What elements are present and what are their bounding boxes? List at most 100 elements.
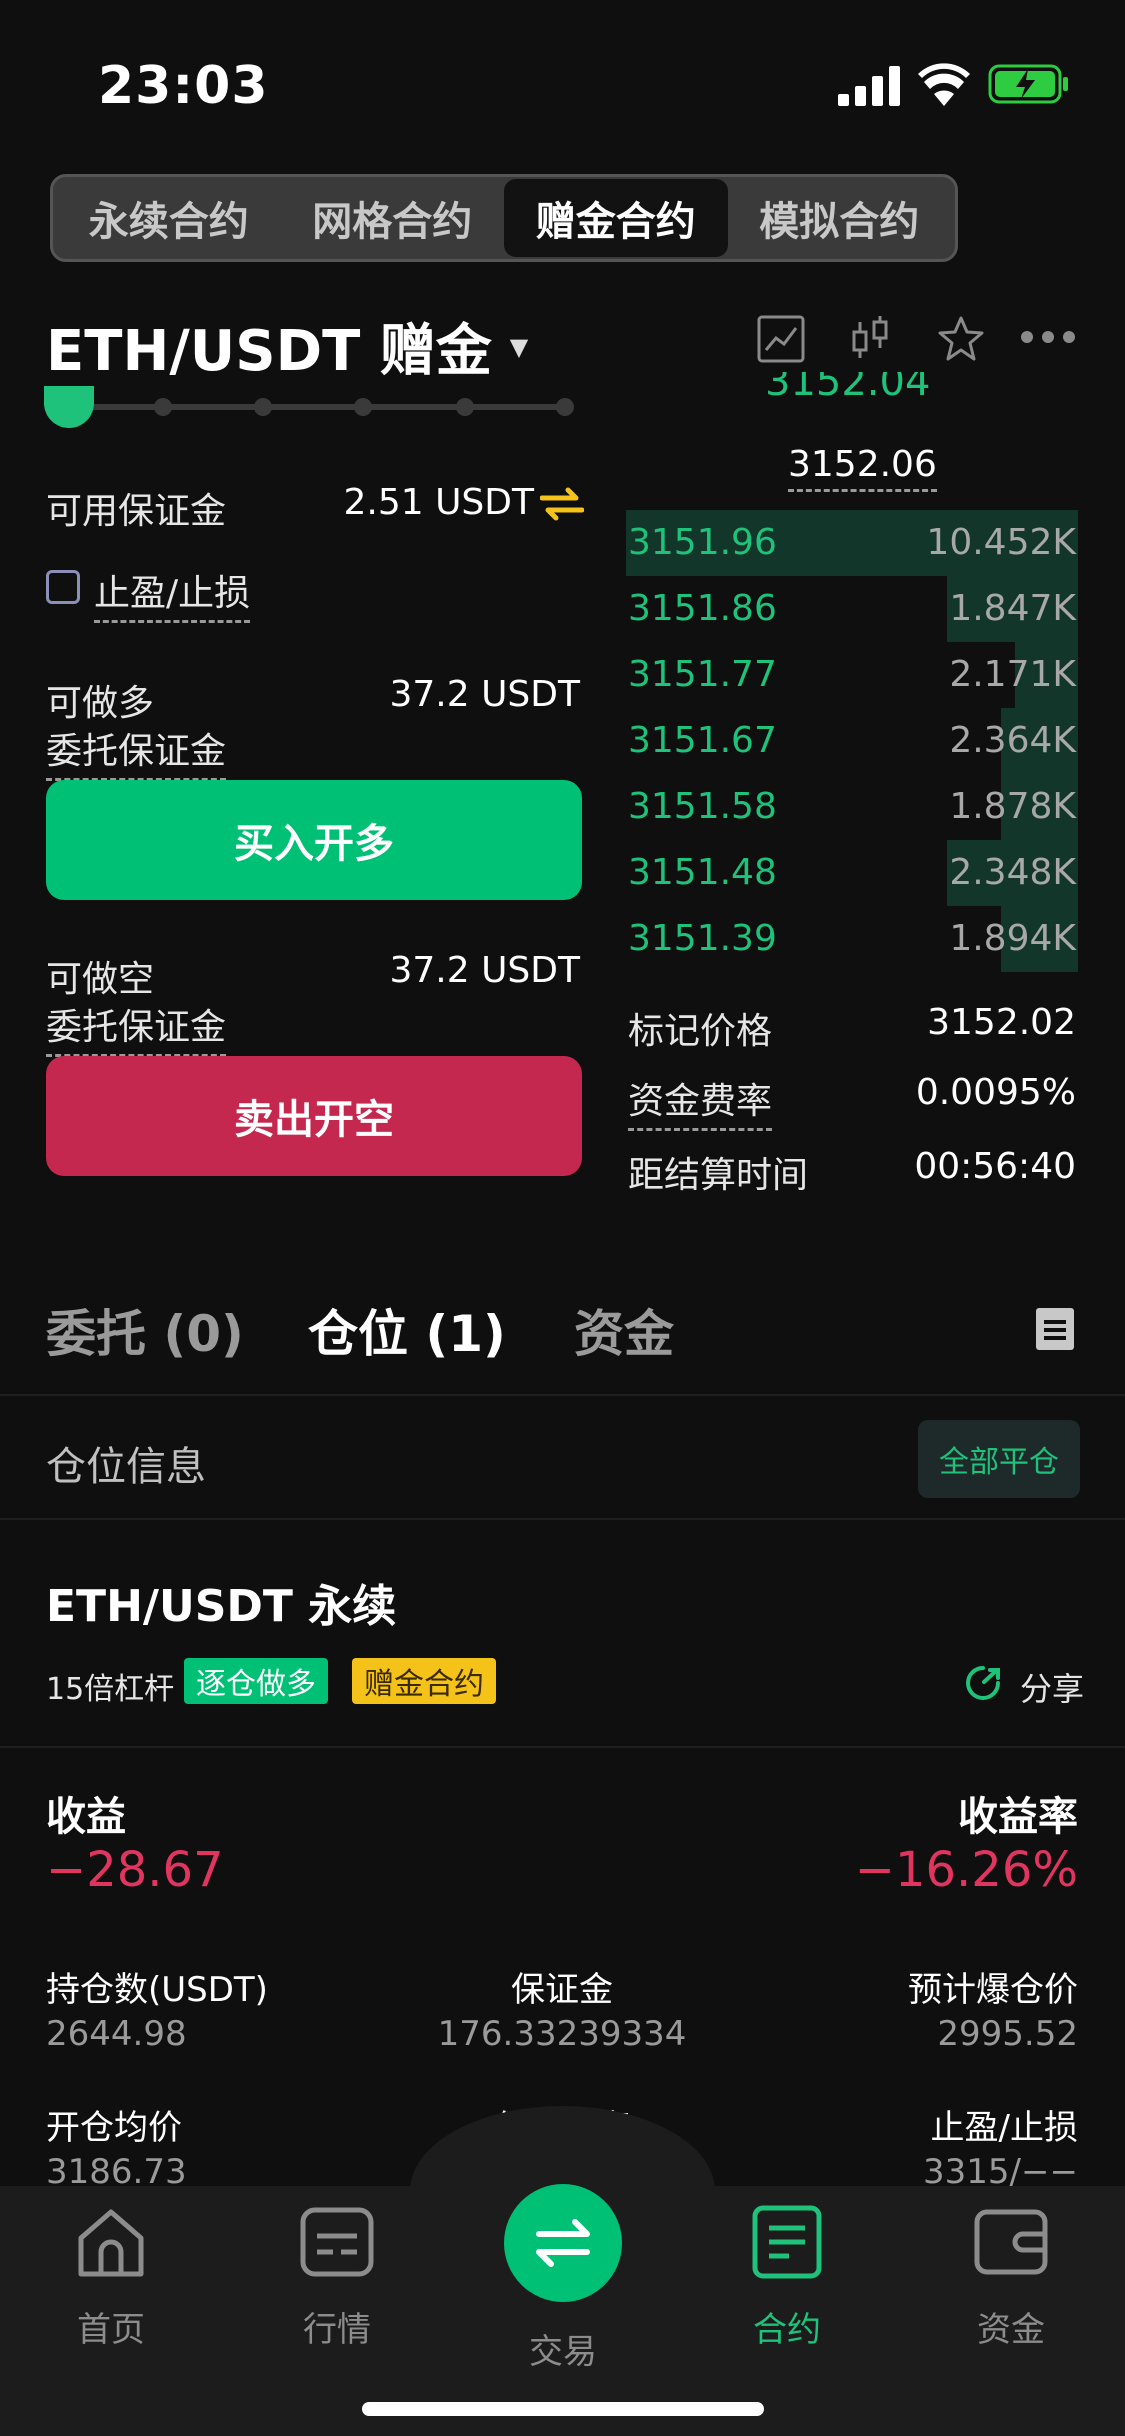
slider-step-dot [556,398,574,416]
nav-contracts[interactable]: 合约 [702,2204,872,2351]
tab-orders[interactable]: 委托 (0) [46,1294,244,1366]
entry-price-label: 开仓均价 [46,2108,182,2148]
orderbook-row[interactable]: 3151.48 2.348K [626,840,1078,906]
leverage-slider-handle[interactable] [44,386,94,428]
position-pair: ETH/USDT 永续 [46,1581,397,1632]
liq-price-label: 预计爆仓价 [908,1970,1078,2010]
contracts-icon [752,2205,822,2279]
tpsl-checkbox[interactable] [46,570,80,604]
home-icon [78,2209,144,2277]
margin-mode-badge: 逐仓做多 [184,1658,328,1704]
orderbook-row[interactable]: 3151.96 10.452K [626,510,1078,576]
orderbook-mid-price[interactable]: 3152.06 [788,444,937,492]
funding-rate-label[interactable]: 资金费率 [628,1072,773,1131]
close-all-button[interactable]: 全部平仓 [918,1420,1080,1498]
tpsl-position-label: 止盈/止损 [930,2108,1078,2148]
leverage-label: 15倍杠杆 [46,1672,175,1707]
tab-grid[interactable]: 网格合约 [281,179,505,257]
nav-assets[interactable]: 资金 [926,2204,1096,2351]
roe-value: −16.26% [854,1842,1078,1898]
mark-price-value: 3152.02 [927,1002,1076,1043]
divider [0,1746,1125,1748]
tpsl-label: 止盈/止损 [94,564,251,623]
bid-amount: 1.878K [949,786,1076,827]
wifi-icon [918,63,970,106]
slider-step-dot [154,398,172,416]
bid-amount: 2.364K [949,720,1076,761]
divider [0,1518,1125,1520]
roe-label: 收益率 [958,1794,1078,1840]
orderbook-row[interactable]: 3151.67 2.364K [626,708,1078,774]
share-label[interactable]: 分享 [1020,1664,1084,1710]
buy-long-button[interactable]: 买入开多 [46,780,582,900]
long-margin-label[interactable]: 委托保证金 [46,722,227,781]
contract-type-badge: 赠金合约 [352,1658,496,1704]
short-margin-label[interactable]: 委托保证金 [46,998,227,1057]
star-icon[interactable] [936,314,986,364]
pair-selector[interactable]: ETH/USDT 赠金 ▼ [46,306,528,387]
bid-amount: 2.348K [949,852,1076,893]
tab-perpetual[interactable]: 永续合约 [57,179,281,257]
pnl-label: 收益 [46,1794,126,1840]
nav-trade-label: 交易 [529,2332,597,2372]
tab-funds[interactable]: 资金 [574,1294,674,1366]
tab-positions[interactable]: 仓位 (1) [308,1294,506,1366]
orderbook-row[interactable]: 3151.77 2.171K [626,642,1078,708]
orderbook-row[interactable]: 3151.58 1.878K [626,774,1078,840]
pair-title: ETH/USDT 赠金 [46,319,492,384]
markets-icon [300,2207,374,2277]
slider-step-dot [354,398,372,416]
candlestick-icon[interactable] [848,314,892,364]
orderbook-partial-price: 3152.04 [765,372,931,402]
settle-time-value: 00:56:40 [914,1146,1076,1187]
orderbook-row[interactable]: 3151.39 1.894K [626,906,1078,972]
more-icon[interactable] [1020,330,1076,344]
bid-price: 3151.48 [628,852,777,893]
position-info-title: 仓位信息 [46,1444,206,1490]
nav-markets[interactable]: 行情 [252,2204,422,2351]
home-indicator [362,2402,764,2416]
settle-time-label: 距结算时间 [628,1155,809,1196]
margin-label: 保证金 [511,1970,613,2010]
available-margin-label: 可用保证金 [46,491,227,532]
divider [0,1394,1125,1396]
wallet-icon [974,2209,1048,2275]
nav-trade-button[interactable] [504,2184,622,2302]
bid-amount: 1.847K [949,588,1076,629]
share-icon[interactable] [964,1664,1002,1702]
chart-icon[interactable] [756,314,806,364]
bid-price: 3151.67 [628,720,777,761]
orderbook-row[interactable]: 3151.86 1.847K [626,576,1078,642]
short-available-value: 37.2 USDT [389,950,580,991]
contract-type-tabs: 永续合约 网格合约 赠金合约 模拟合约 [50,174,958,262]
cellular-signal-icon [838,66,900,106]
funding-rate-value: 0.0095% [915,1072,1076,1113]
caret-down-icon: ▼ [509,332,529,361]
slider-step-dot [456,398,474,416]
nav-home[interactable]: 首页 [26,2204,196,2351]
list-icon[interactable] [1036,1308,1074,1350]
margin-value: 176.33239334 [437,2014,687,2054]
bid-amount: 10.452K [926,522,1076,563]
nav-assets-label: 资金 [977,2310,1045,2350]
transfer-icon[interactable] [540,484,584,524]
tab-demo[interactable]: 模拟合约 [728,179,952,257]
nav-home-label: 首页 [77,2310,145,2350]
long-available-value: 37.2 USDT [389,674,580,715]
slider-step-dot [254,398,272,416]
available-margin-value: 2.51 USDT [343,482,534,523]
mark-price-label: 标记价格 [628,1011,773,1052]
long-available-label: 可做多 [46,683,155,724]
bid-amount: 2.171K [949,654,1076,695]
pnl-value: −28.67 [46,1842,224,1898]
tab-bonus[interactable]: 赠金合约 [504,179,728,257]
leverage-slider-track[interactable] [66,404,572,410]
battery-charging-icon [988,64,1068,104]
bid-price: 3151.86 [628,588,777,629]
nav-markets-label: 行情 [303,2310,371,2350]
bid-amount: 1.894K [949,918,1076,959]
sell-short-button[interactable]: 卖出开空 [46,1056,582,1176]
nav-contracts-label: 合约 [753,2310,821,2350]
liq-price-value: 2995.52 [937,2014,1078,2054]
bid-price: 3151.58 [628,786,777,827]
